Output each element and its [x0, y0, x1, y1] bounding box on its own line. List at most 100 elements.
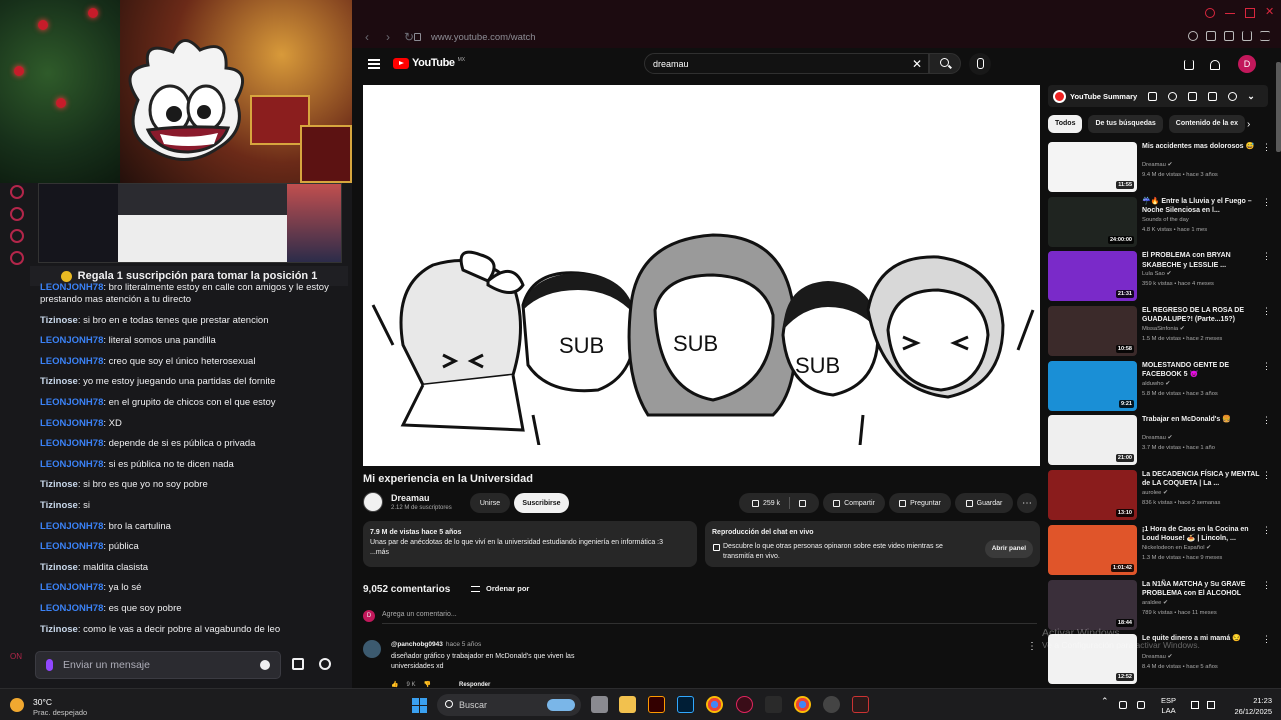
network-icon[interactable]: [1191, 701, 1199, 709]
recommended-channel[interactable]: alduwho ✔: [1142, 381, 1170, 387]
youtube-logo[interactable]: YouTube MX: [393, 57, 465, 69]
search-icon[interactable]: [1205, 8, 1215, 18]
gear-icon[interactable]: [319, 658, 331, 670]
extensions-icon[interactable]: [1206, 31, 1216, 41]
sidebar-icon[interactable]: [1224, 31, 1234, 41]
app-icon[interactable]: [823, 696, 840, 713]
recommended-channel[interactable]: Nickelodeon en Español ✔: [1142, 545, 1211, 551]
language-indicator[interactable]: ESP LAA: [1161, 696, 1176, 716]
recommended-video[interactable]: 18:44 La N1ÑA MATCHA y Su GRAVE PROBLEMA …: [1048, 579, 1273, 635]
chat-username[interactable]: Tizinose: [40, 376, 78, 387]
recommended-title[interactable]: Trabajar en McDonald's 🍔: [1142, 415, 1260, 424]
video-thumbnail[interactable]: 13:10: [1048, 470, 1137, 521]
video-thumbnail[interactable]: 21:31: [1048, 251, 1137, 302]
forward-icon[interactable]: ›: [382, 30, 394, 44]
video-thumbnail[interactable]: 1:01:42: [1048, 524, 1137, 575]
recommended-title[interactable]: MOLESTANDO GENTE DE FACEBOOK 5 😈: [1142, 361, 1260, 380]
account-avatar[interactable]: D: [1238, 55, 1256, 73]
ask-button[interactable]: Preguntar: [889, 493, 951, 513]
minimize-icon[interactable]: [1225, 8, 1235, 14]
mic-icon[interactable]: [46, 659, 53, 671]
video-thumbnail[interactable]: 21:00: [1048, 415, 1137, 466]
video-thumbnail[interactable]: 18:44: [1048, 579, 1137, 630]
chrome-icon[interactable]: [794, 696, 811, 713]
recommended-title[interactable]: EL REGRESO DE LA ROSA DE GUADALUPE?! (Pa…: [1142, 306, 1260, 325]
recommended-video[interactable]: 21:00 Trabajar en McDonald's 🍔 Dreamau ✔ 3.…: [1048, 415, 1273, 470]
voice-search-button[interactable]: [969, 53, 991, 75]
settings-icon[interactable]: [10, 251, 24, 265]
address-bar[interactable]: www.youtube.com/watch: [414, 28, 1174, 46]
channel-avatar[interactable]: [363, 492, 383, 512]
chat-username[interactable]: Tizinose: [40, 562, 78, 573]
scrollbar-thumb[interactable]: [1276, 62, 1281, 152]
reply-button[interactable]: Responder: [459, 682, 490, 688]
recommended-channel[interactable]: Sounds of the day: [1142, 217, 1189, 223]
chip-2[interactable]: Contenido de la ex: [1168, 115, 1246, 133]
emote-icon[interactable]: [260, 660, 270, 670]
video-thumbnail[interactable]: 9:21: [1048, 360, 1137, 411]
back-icon[interactable]: ‹: [361, 30, 373, 44]
tray-app-icon[interactable]: [1137, 701, 1145, 709]
recommended-video[interactable]: 11:55 Mis accidentes mas dolorosos 😅 Dream…: [1048, 142, 1273, 197]
video-thumbnail[interactable]: 11:55: [1048, 142, 1137, 192]
more-options-icon[interactable]: ⋮: [1262, 580, 1271, 591]
menu-icon[interactable]: [1260, 31, 1270, 41]
search-input[interactable]: dreamau ✕: [644, 53, 929, 74]
more-options-icon[interactable]: ⋮: [1262, 361, 1271, 372]
recommended-channel[interactable]: aurolee ✔: [1142, 490, 1168, 496]
ai-icon[interactable]: [1168, 91, 1178, 101]
shield-icon[interactable]: [1188, 31, 1198, 41]
more-options-icon[interactable]: ⋮: [1262, 306, 1271, 317]
chip-1[interactable]: De tus búsquedas: [1088, 115, 1163, 133]
chat-username[interactable]: Tizinose: [40, 315, 78, 326]
chat-username[interactable]: Tizinose: [40, 500, 78, 511]
video-player[interactable]: SUB SUB SUB: [363, 85, 1040, 466]
more-options-icon[interactable]: ⋮: [1262, 470, 1271, 481]
recommended-title[interactable]: La N1ÑA MATCHA y Su GRAVE PROBLEMA con E…: [1142, 580, 1260, 599]
chat-input[interactable]: Enviar un mensaje: [35, 651, 281, 679]
chat-username[interactable]: LEONJONH78: [40, 438, 103, 449]
chat-username[interactable]: LEONJONH78: [40, 418, 103, 429]
close-icon[interactable]: ✕: [1265, 5, 1275, 18]
thumbs-up-icon[interactable]: 👍: [391, 681, 398, 688]
photoshop-icon[interactable]: [677, 696, 694, 713]
join-button[interactable]: Unirse: [470, 493, 510, 513]
recommended-video[interactable]: 9:21 MOLESTANDO GENTE DE FACEBOOK 5 😈 aldu…: [1048, 360, 1273, 416]
file-explorer-icon[interactable]: [619, 696, 636, 713]
more-options-icon[interactable]: ⋮: [1262, 251, 1271, 262]
recommended-video[interactable]: 24:00:00 ☔🔥 Entre la Lluvia y el Fuego – …: [1048, 196, 1273, 252]
chevron-right-icon[interactable]: ›: [1247, 119, 1250, 130]
comment-more-icon[interactable]: ⋮: [1027, 641, 1037, 652]
description-box[interactable]: 7.9 M de vistas hace 5 años Unas par de …: [363, 521, 697, 567]
show-more-link[interactable]: ...más: [370, 548, 690, 558]
heart-icon[interactable]: [10, 229, 24, 243]
recommended-video[interactable]: 1:01:42 ¡1 Hora de Caos en la Cocina en L…: [1048, 524, 1273, 580]
chat-username[interactable]: LEONJONH78: [40, 459, 103, 470]
download-icon[interactable]: [1242, 31, 1252, 41]
hamburger-menu-icon[interactable]: [368, 59, 380, 69]
recommended-title[interactable]: El PROBLEMA con BRYAN SKABECHE y LESSLIE…: [1142, 251, 1260, 270]
chat-username[interactable]: LEONJONH78: [40, 541, 103, 552]
thumbs-down-icon[interactable]: 👎: [424, 681, 431, 688]
chevron-up-icon[interactable]: ⌃: [1101, 696, 1109, 706]
sort-comments-button[interactable]: Ordenar por: [471, 584, 529, 593]
chat-username[interactable]: LEONJONH78: [40, 521, 103, 532]
task-view-icon[interactable]: [591, 696, 608, 713]
recommended-channel[interactable]: araldee ✔: [1142, 600, 1168, 606]
notifications-bell-icon[interactable]: [1210, 60, 1220, 70]
recommended-title[interactable]: La DECADENCIA FÍSICA y MENTAL de LA COQU…: [1142, 470, 1260, 489]
app-icon[interactable]: [765, 696, 782, 713]
app-icon[interactable]: [852, 696, 869, 713]
recommended-title[interactable]: ¡1 Hora de Caos en la Cocina en Loud Hou…: [1142, 525, 1260, 544]
commenter-avatar[interactable]: [363, 640, 381, 658]
recommended-channel[interactable]: MissaSinfonia ✔: [1142, 326, 1185, 332]
clock[interactable]: 21:23 26/12/2025: [1224, 695, 1272, 717]
copy-icon[interactable]: [1188, 91, 1198, 101]
clock-icon[interactable]: [10, 207, 24, 221]
transcript-icon[interactable]: [1148, 91, 1158, 101]
more-options-icon[interactable]: ⋮: [1262, 634, 1271, 645]
recommended-video[interactable]: 21:31 El PROBLEMA con BRYAN SKABECHE y LE…: [1048, 251, 1273, 306]
home-icon[interactable]: [10, 185, 24, 199]
more-options-icon[interactable]: ⋮: [1262, 415, 1271, 426]
share-button[interactable]: Compartir: [823, 493, 885, 513]
